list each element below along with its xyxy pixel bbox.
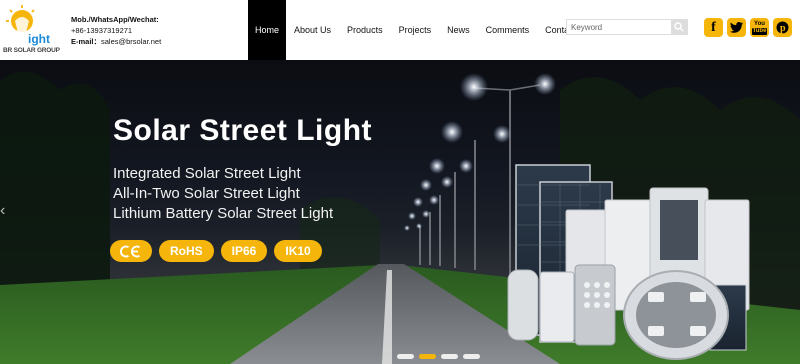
badge-rohs: RoHS xyxy=(159,240,214,262)
hero-line: All-In-Two Solar Street Light xyxy=(113,185,300,202)
main-nav: Home About Us Products Projects News Com… xyxy=(248,0,598,60)
contact-info: Mob./WhatsApp/Wechat: +86-13937319271 E-… xyxy=(71,14,161,47)
nav-news[interactable]: News xyxy=(439,0,478,60)
search-box xyxy=(566,19,688,35)
nav-about-us[interactable]: About Us xyxy=(286,0,339,60)
certification-badges: CE RoHS IP66 IK10 xyxy=(110,240,322,262)
email-label: E-mail： xyxy=(71,37,102,46)
hero-title: Solar Street Light xyxy=(113,114,373,147)
badge-ik10: IK10 xyxy=(274,240,322,262)
svg-text:ight: ight xyxy=(28,32,50,46)
hero-banner: ‹ Solar Street Light Integrated Solar St… xyxy=(0,60,800,364)
email-address[interactable]: sales@brsolar.net xyxy=(101,37,161,46)
slide-dot[interactable] xyxy=(441,354,458,359)
logo-text: BR SOLAR GROUP xyxy=(3,47,60,54)
nav-products[interactable]: Products xyxy=(339,0,391,60)
hero-line: Lithium Battery Solar Street Light xyxy=(113,205,334,222)
slide-dot[interactable] xyxy=(397,354,414,359)
nav-projects[interactable]: Projects xyxy=(391,0,440,60)
logo[interactable]: ight BR SOLAR GROUP xyxy=(2,3,64,57)
svg-text:p: p xyxy=(780,23,786,34)
site-header: ight BR SOLAR GROUP Mob./WhatsApp/Wechat… xyxy=(0,0,800,60)
youtube-icon[interactable]: You Tube xyxy=(750,18,769,37)
badge-ce: CE xyxy=(110,240,152,262)
twitter-icon[interactable] xyxy=(727,18,746,37)
sun-logo-icon: ight xyxy=(6,5,50,46)
slide-dot-active[interactable] xyxy=(419,354,436,359)
facebook-icon[interactable]: f xyxy=(704,18,723,37)
prev-slide-arrow-icon[interactable]: ‹ xyxy=(0,202,10,224)
ce-mark-icon xyxy=(120,245,141,257)
hero-subtitles: Integrated Solar Street Light All-In-Two… xyxy=(113,164,333,224)
phone-number[interactable]: +86-13937319271 xyxy=(71,25,161,36)
nav-comments[interactable]: Comments xyxy=(478,0,538,60)
twitter-bird-icon xyxy=(730,22,743,33)
slider-pagination xyxy=(397,354,480,359)
search-input[interactable] xyxy=(567,20,671,34)
slide-dot[interactable] xyxy=(463,354,480,359)
search-icon xyxy=(674,22,684,32)
nav-home[interactable]: Home xyxy=(248,0,287,60)
pinterest-icon[interactable]: p xyxy=(773,18,792,37)
hero-line: Integrated Solar Street Light xyxy=(113,165,301,182)
social-links: f You Tube p xyxy=(704,18,792,37)
badge-ip66: IP66 xyxy=(220,240,268,262)
search-button[interactable] xyxy=(671,20,687,34)
pinterest-p-icon: p xyxy=(776,21,789,34)
phone-label: Mob./WhatsApp/Wechat: xyxy=(71,15,159,24)
